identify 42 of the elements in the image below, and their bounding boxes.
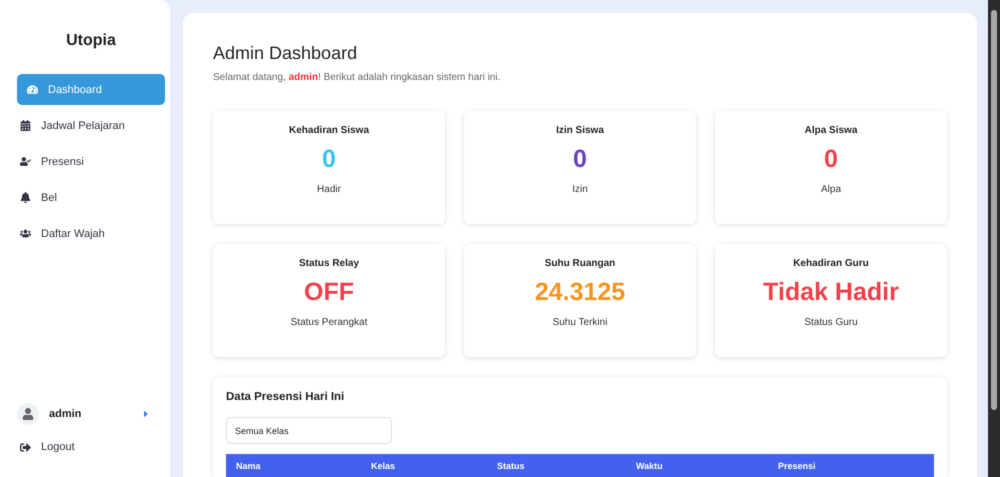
stat-title: Alpa Siswa — [804, 125, 858, 136]
column-header: Kelas — [371, 461, 396, 473]
sidebar-item[interactable]: Daftar Wajah — [17, 218, 165, 249]
stat-title: Kehadiran Guru — [793, 258, 869, 269]
user-menu[interactable]: admin — [17, 403, 165, 425]
stat-caption: Alpa — [820, 184, 841, 195]
logout-icon — [20, 442, 31, 452]
column-header: Nama — [236, 461, 262, 473]
gauge-icon — [27, 84, 38, 95]
stat-title: Kehadiran Siswa — [288, 125, 370, 136]
stat-caption: Suhu Terkini — [552, 317, 608, 328]
sidebar-item[interactable]: Bel — [17, 182, 165, 213]
stat-caption: Izin — [572, 184, 588, 195]
stat-value: Tidak Hadir — [763, 277, 899, 307]
stat-title: Status Relay — [298, 258, 360, 269]
stat-value: 0 — [573, 144, 587, 174]
logout-link[interactable]: Logout — [17, 441, 165, 453]
stat-title: Suhu Ruangan — [544, 258, 616, 269]
column-header: Status — [497, 461, 526, 473]
users-icon — [20, 228, 31, 239]
stat-value: 0 — [322, 144, 336, 174]
stat-caption: Status Guru — [804, 317, 858, 328]
bell-icon — [20, 192, 31, 203]
calendar-icon — [20, 120, 31, 131]
stat-value: 24.3125 — [534, 277, 626, 307]
avatar — [17, 403, 39, 425]
sidebar-item[interactable]: Presensi — [17, 146, 165, 177]
user-check-icon — [20, 156, 31, 167]
page-title: Admin Dashboard — [213, 43, 358, 64]
welcome-text: Selamat datang, admin! Berikut adalah ringkasan sistem hari ini. — [213, 72, 502, 83]
stat-caption: Hadir — [317, 184, 341, 195]
column-header: Presensi — [778, 461, 817, 473]
brand-title: Utopia — [65, 32, 117, 50]
stat-caption: Status Perangkat — [290, 317, 368, 328]
table-title: Data Presensi Hari Ini — [226, 391, 346, 403]
stat-value: OFF — [304, 277, 354, 307]
sidebar-item[interactable]: Jadwal Pelajaran — [17, 110, 165, 141]
column-header: Waktu — [636, 461, 664, 473]
stat-title: Izin Siswa — [556, 125, 604, 136]
class-select[interactable]: Semua Kelas — [226, 417, 392, 444]
stat-value: 0 — [824, 144, 838, 174]
scrollbar[interactable] — [988, 0, 1000, 477]
